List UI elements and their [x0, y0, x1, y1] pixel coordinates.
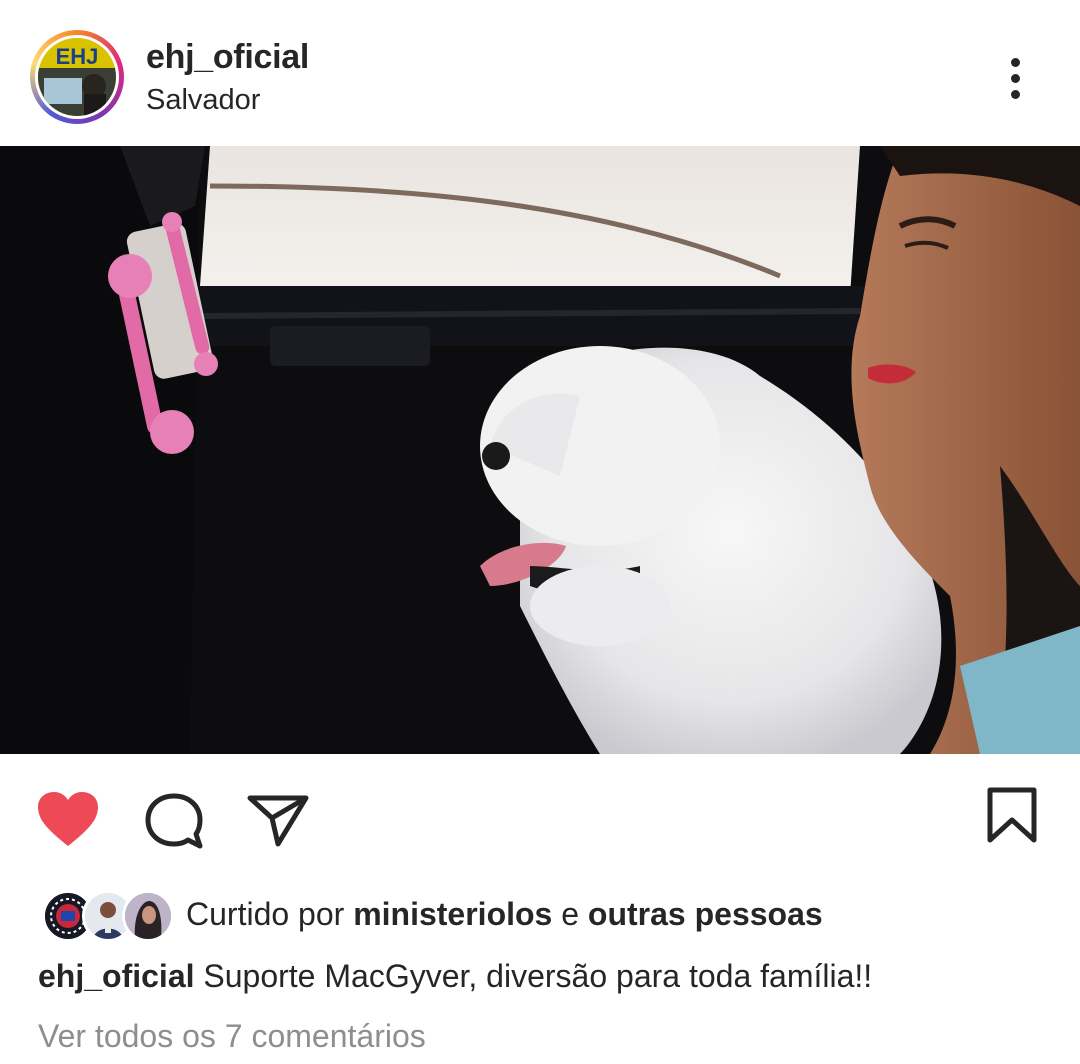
liker-username[interactable]: ministeriolos — [353, 896, 552, 932]
author-avatar[interactable]: EHJ — [30, 30, 124, 124]
likes-summary: Curtido por ministeriolos e outras pesso… — [186, 896, 823, 933]
avatar-image: EHJ — [38, 38, 116, 116]
save-button[interactable] — [984, 786, 1040, 851]
author-username[interactable]: ehj_oficial — [146, 38, 309, 77]
post-media[interactable] — [0, 146, 1080, 754]
likes-connector: e — [561, 896, 580, 932]
avatar-frame: EHJ — [35, 35, 119, 119]
likes-prefix: Curtido por — [186, 896, 345, 932]
share-icon — [247, 795, 309, 847]
liker-avatars[interactable] — [42, 890, 174, 942]
instagram-post: EHJ ehj_oficial Salvador Curtido por min… — [0, 0, 1080, 1064]
more-options-button[interactable] — [996, 52, 1036, 104]
caption-username[interactable]: ehj_oficial — [38, 958, 195, 994]
bookmark-icon — [987, 787, 1037, 843]
post-location[interactable]: Salvador — [146, 84, 260, 117]
likes-others-link[interactable]: outras pessoas — [588, 896, 823, 932]
post-header: EHJ ehj_oficial Salvador — [0, 0, 1080, 146]
comment-button[interactable] — [144, 792, 204, 857]
media-frame-image — [0, 146, 1080, 754]
caption-text: Suporte MacGyver, diversão para toda fam… — [203, 958, 873, 994]
heart-icon — [38, 792, 98, 846]
avatar-logo-text: EHJ — [56, 44, 99, 69]
post-caption: ehj_oficial Suporte MacGyver, diversão p… — [38, 958, 872, 995]
view-comments-link[interactable]: Ver todos os 7 comentários — [38, 1018, 426, 1055]
share-button[interactable] — [246, 792, 310, 853]
like-button[interactable] — [36, 790, 100, 855]
liker-avatar — [122, 890, 174, 942]
more-dot — [1011, 58, 1020, 67]
more-dot — [1011, 74, 1020, 83]
more-dot — [1011, 90, 1020, 99]
comment-icon — [145, 793, 203, 849]
